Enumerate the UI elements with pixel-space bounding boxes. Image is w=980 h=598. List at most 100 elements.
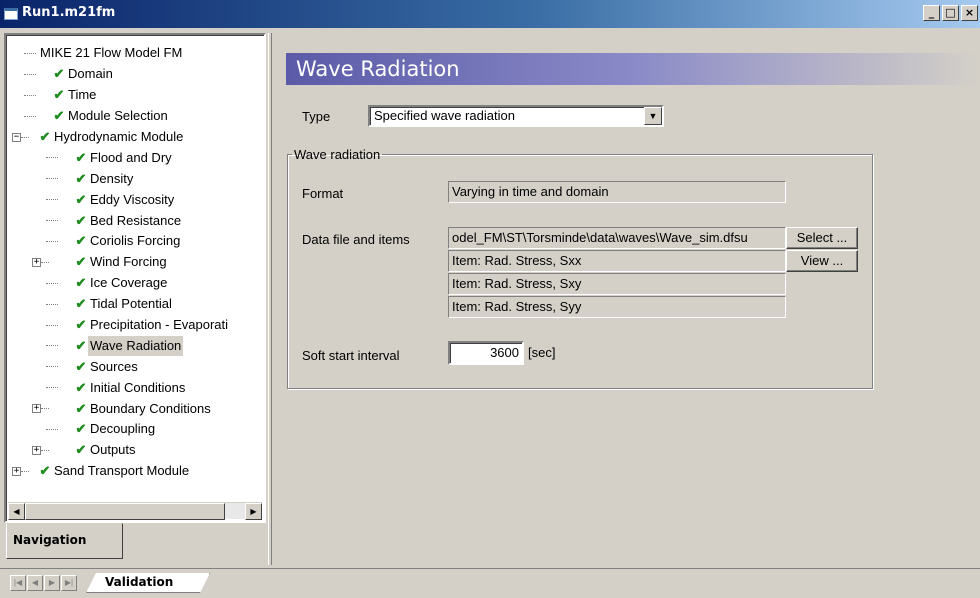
checkmark-icon: ✔ bbox=[75, 379, 87, 395]
tree-item-label: Sources bbox=[90, 358, 138, 374]
data-file-field: odel_FM\ST\Torsminde\data\waves\Wave_sim… bbox=[448, 227, 786, 249]
last-tab-button[interactable]: ▶| bbox=[61, 575, 77, 591]
tree-item[interactable]: MIKE 21 Flow Model FM bbox=[10, 43, 262, 64]
tree-item[interactable]: ✔ Density bbox=[10, 168, 262, 189]
tree-connector: + bbox=[10, 257, 74, 267]
tree-item[interactable]: ✔ Precipitation - Evaporati bbox=[10, 315, 262, 336]
checkmark-icon: ✔ bbox=[75, 296, 87, 312]
expand-icon[interactable]: + bbox=[12, 466, 21, 476]
tree-item-label: MIKE 21 Flow Model FM bbox=[40, 45, 183, 61]
tree-item-label: Decoupling bbox=[90, 421, 156, 437]
minimize-button[interactable]: _ bbox=[923, 5, 940, 21]
expand-icon[interactable]: + bbox=[32, 257, 41, 267]
tree-item-label: Outputs bbox=[90, 442, 136, 458]
tree-item-label: Ice Coverage bbox=[90, 275, 168, 291]
tree-item[interactable]: ✔ Initial Conditions bbox=[10, 377, 262, 398]
tree-item-label: Wave Radiation bbox=[88, 335, 184, 356]
tree-item[interactable]: ✔ Domain bbox=[10, 64, 262, 85]
tree-connector bbox=[10, 428, 74, 430]
tree-connector bbox=[10, 303, 74, 305]
tree-item-label: Coriolis Forcing bbox=[90, 233, 181, 249]
type-dropdown[interactable]: Specified wave radiation ▼ bbox=[368, 105, 664, 127]
next-tab-button[interactable]: ▶ bbox=[44, 575, 60, 591]
scroll-left-button[interactable]: ◀ bbox=[8, 503, 25, 520]
tree-connector bbox=[10, 199, 74, 201]
scroll-thumb[interactable] bbox=[25, 503, 225, 520]
tree-item-label: Wind Forcing bbox=[90, 254, 167, 270]
tree-item-label: Density bbox=[90, 170, 134, 186]
checkmark-icon: ✔ bbox=[53, 87, 65, 103]
expand-icon[interactable]: + bbox=[32, 404, 41, 414]
first-tab-button[interactable]: |◀ bbox=[10, 575, 26, 591]
tree-item[interactable]: ✔ Module Selection bbox=[10, 106, 262, 127]
tree-connector bbox=[10, 94, 52, 96]
tree-item-label: Flood and Dry bbox=[90, 149, 172, 165]
tree-connector bbox=[10, 345, 74, 347]
validation-tab[interactable]: Validation bbox=[86, 573, 210, 593]
tree-item[interactable]: + ✔ Sand Transport Module bbox=[10, 461, 262, 482]
maximize-button[interactable]: □ bbox=[942, 5, 959, 21]
checkmark-icon: ✔ bbox=[75, 170, 87, 186]
tree-item[interactable]: ✔ Bed Resistance bbox=[10, 210, 262, 231]
tree-connector bbox=[10, 387, 74, 389]
tree-connector: − bbox=[10, 132, 38, 142]
checkmark-icon: ✔ bbox=[75, 191, 87, 207]
section-title: Wave Radiation bbox=[286, 53, 980, 85]
horizontal-scrollbar[interactable]: ◀ ▶ bbox=[8, 502, 262, 520]
prev-tab-button[interactable]: ◀ bbox=[27, 575, 43, 591]
checkmark-icon: ✔ bbox=[53, 66, 65, 82]
format-field: Varying in time and domain bbox=[448, 181, 786, 203]
navigation-pane: MIKE 21 Flow Model FM ✔ Domain ✔ Time ✔ Module… bbox=[4, 33, 266, 565]
checkmark-icon: ✔ bbox=[75, 421, 87, 437]
expand-icon[interactable]: + bbox=[32, 445, 41, 455]
view-button[interactable]: View ... bbox=[786, 250, 858, 272]
checkmark-icon: ✔ bbox=[75, 337, 87, 353]
tree-item[interactable]: ✔ Decoupling bbox=[10, 419, 262, 440]
tree-item[interactable]: ✔ Eddy Viscosity bbox=[10, 189, 262, 210]
tree-connector bbox=[10, 178, 74, 180]
tree-item[interactable]: ✔ Sources bbox=[10, 356, 262, 377]
select-button[interactable]: Select ... bbox=[786, 227, 858, 249]
tree-item[interactable]: ✔ Tidal Potential bbox=[10, 294, 262, 315]
navigation-tree-box: MIKE 21 Flow Model FM ✔ Domain ✔ Time ✔ Module… bbox=[4, 33, 266, 523]
checkmark-icon: ✔ bbox=[39, 463, 51, 479]
tree-connector: + bbox=[10, 404, 74, 414]
tree-item-label: Boundary Conditions bbox=[90, 400, 211, 416]
checkmark-icon: ✔ bbox=[75, 442, 87, 458]
scroll-right-button[interactable]: ▶ bbox=[245, 503, 262, 520]
tree-item[interactable]: + ✔ Boundary Conditions bbox=[10, 398, 262, 419]
checkmark-icon: ✔ bbox=[75, 275, 87, 291]
window-title-bar[interactable]: Run1.m21fm _ □ × bbox=[0, 0, 980, 28]
data-file-label: Data file and items bbox=[302, 232, 410, 247]
tree-item[interactable]: − ✔ Hydrodynamic Module bbox=[10, 127, 262, 148]
item-field-sxy: Item: Rad. Stress, Sxy bbox=[448, 273, 786, 295]
close-button[interactable]: × bbox=[961, 5, 978, 21]
soft-start-input[interactable]: 3600 bbox=[448, 341, 524, 365]
tree-item-label: Hydrodynamic Module bbox=[54, 129, 184, 144]
tree-item-label: Eddy Viscosity bbox=[90, 191, 175, 207]
tree-connector: + bbox=[10, 445, 74, 455]
collapse-icon[interactable]: − bbox=[12, 132, 21, 142]
checkmark-icon: ✔ bbox=[75, 400, 87, 416]
tree-item[interactable]: ✔ Time bbox=[10, 85, 262, 106]
navigation-tab[interactable]: Navigation bbox=[6, 523, 123, 559]
item-field-syy: Item: Rad. Stress, Syy bbox=[448, 296, 786, 318]
tree-item[interactable]: ✔ Ice Coverage bbox=[10, 273, 262, 294]
pane-splitter[interactable] bbox=[268, 33, 272, 565]
tree-item[interactable]: ✔ Coriolis Forcing bbox=[10, 231, 262, 252]
checkmark-icon: ✔ bbox=[75, 233, 87, 249]
content-area: Wave Radiation Type Specified wave radia… bbox=[276, 33, 980, 565]
tree-item[interactable]: + ✔ Outputs bbox=[10, 440, 262, 461]
tree-connector bbox=[10, 240, 74, 242]
tree-item[interactable]: ✔ Flood and Dry bbox=[10, 147, 262, 168]
checkmark-icon: ✔ bbox=[39, 129, 51, 144]
tree-item-label: Precipitation - Evaporati bbox=[90, 317, 229, 333]
tree-item[interactable]: + ✔ Wind Forcing bbox=[10, 252, 262, 273]
tree-item[interactable]: ✔ Wave Radiation bbox=[10, 335, 262, 356]
tree-connector bbox=[10, 115, 52, 117]
chevron-down-icon[interactable]: ▼ bbox=[644, 107, 662, 125]
bottom-tab-bar: |◀ ◀ ▶ ▶| Validation bbox=[0, 568, 980, 598]
window-controls: _ □ × bbox=[923, 5, 978, 21]
tree-item-label: Tidal Potential bbox=[90, 296, 172, 312]
tree-connector bbox=[10, 282, 74, 284]
